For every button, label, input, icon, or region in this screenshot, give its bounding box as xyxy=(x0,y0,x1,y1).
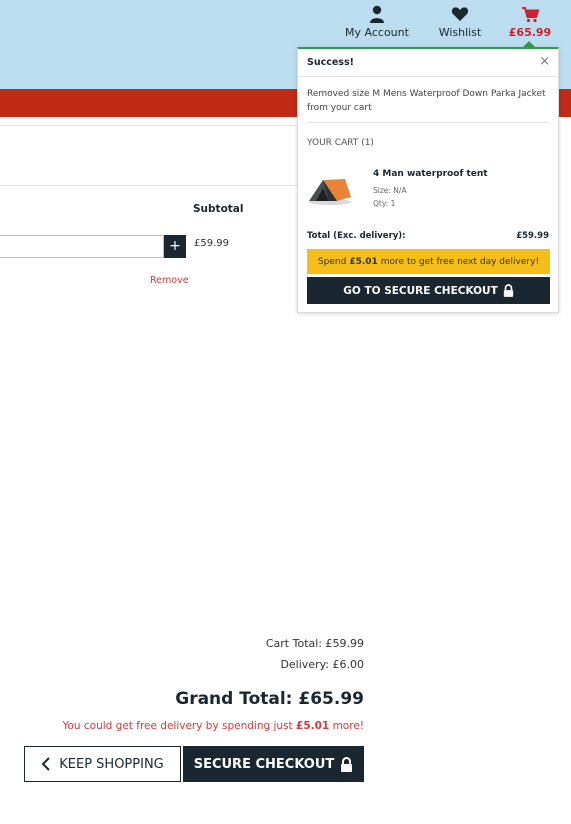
lock-icon xyxy=(341,756,353,772)
popup-item-qty: Qty: 1 xyxy=(373,199,396,208)
cart-total: Cart Total: £59.99 xyxy=(265,637,364,650)
cart-popup: Success! × Removed size M Mens Waterproo… xyxy=(297,47,559,313)
line-subtotal: £59.99 xyxy=(194,238,229,249)
popup-message: Removed size M Mens Waterproof Down Park… xyxy=(307,89,546,113)
cart-total-header: £65.99 xyxy=(508,26,552,39)
grand-total: Grand Total: £65.99 xyxy=(175,689,364,709)
popup-total-value: £59.99 xyxy=(516,231,549,241)
heart-icon xyxy=(451,7,469,21)
remove-link[interactable]: Remove xyxy=(150,275,189,286)
user-icon xyxy=(370,5,384,23)
free-delivery-amount: £5.01 xyxy=(296,720,330,732)
free-delivery-message: You could get free delivery by spending … xyxy=(62,720,364,732)
cart-icon xyxy=(522,7,540,23)
free-delivery-prefix: You could get free delivery by spending … xyxy=(62,720,293,732)
chevron-left-icon xyxy=(41,757,50,771)
go-to-checkout-button[interactable]: GO TO SECURE CHECKOUT xyxy=(307,277,550,304)
popup-item-size: Size: N/A xyxy=(373,186,407,195)
free-delivery-suffix: more! xyxy=(332,720,364,732)
quantity-input[interactable] xyxy=(0,235,164,258)
popup-total-label: Total (Exc. delivery): xyxy=(307,231,406,241)
divider xyxy=(0,125,306,126)
divider xyxy=(0,185,306,186)
wishlist-link[interactable]: Wishlist xyxy=(432,4,488,39)
secure-checkout-label: SECURE CHECKOUT xyxy=(193,756,335,772)
go-to-checkout-label: GO TO SECURE CHECKOUT xyxy=(343,284,498,297)
cart-link[interactable]: £65.99 xyxy=(508,4,552,39)
subtotal-column-header: Subtotal xyxy=(193,203,244,215)
my-account-link[interactable]: My Account xyxy=(343,4,411,39)
tent-product-image[interactable] xyxy=(307,171,353,207)
promo-amount: £5.01 xyxy=(349,256,378,267)
popup-item-name[interactable]: 4 Man waterproof tent xyxy=(373,169,488,179)
free-delivery-promo: Spend £5.01 more to get free next day de… xyxy=(307,249,550,274)
close-icon[interactable]: × xyxy=(539,54,550,69)
popup-header: Success! × xyxy=(298,49,558,77)
promo-prefix: Spend xyxy=(317,256,347,267)
keep-shopping-button[interactable]: KEEP SHOPPING xyxy=(24,746,181,782)
secure-checkout-button[interactable]: SECURE CHECKOUT xyxy=(183,746,364,782)
my-account-label: My Account xyxy=(345,26,409,39)
popup-divider xyxy=(307,122,549,123)
keep-shopping-label: KEEP SHOPPING xyxy=(59,756,164,772)
delivery-cost: Delivery: £6.00 xyxy=(280,658,364,671)
popup-title: Success! xyxy=(307,57,354,68)
wishlist-label: Wishlist xyxy=(438,26,482,39)
quantity-increment-button[interactable]: + xyxy=(164,235,186,258)
popup-cart-count: YOUR CART (1) xyxy=(307,138,374,148)
promo-suffix: more to get free next day delivery! xyxy=(380,256,540,267)
lock-icon xyxy=(503,284,513,297)
